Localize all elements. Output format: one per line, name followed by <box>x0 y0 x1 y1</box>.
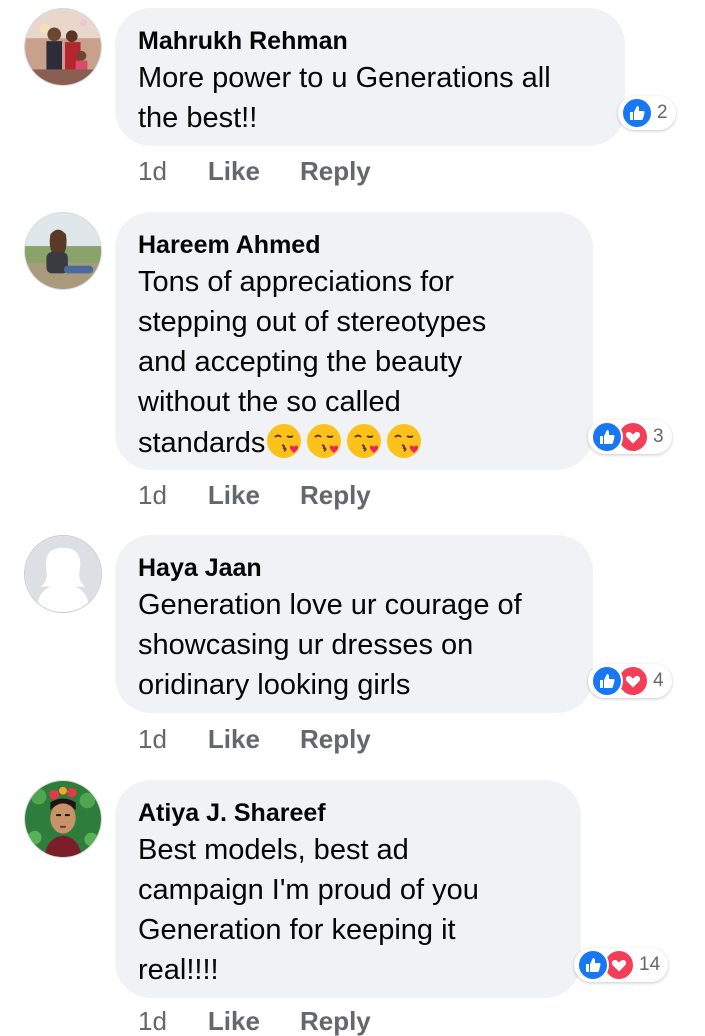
comment-actions: 1d Like Reply <box>138 480 371 510</box>
comment-text-line: the best!! <box>138 102 258 134</box>
reply-button[interactable]: Reply <box>300 724 371 754</box>
comment-author[interactable]: Atiya J. Shareef <box>138 798 557 828</box>
reaction-count: 4 <box>653 670 664 691</box>
comment-text: Tons of appreciations for stepping out o… <box>138 262 569 463</box>
comment-author[interactable]: Haya Jaan <box>138 553 569 583</box>
avatar[interactable] <box>24 8 102 86</box>
comment-timestamp[interactable]: 1d <box>138 480 167 510</box>
comment-text-line: standards <box>138 427 266 459</box>
thumbs-up-icon <box>577 949 609 981</box>
like-button[interactable]: Like <box>208 724 260 754</box>
comment-bubble: Haya Jaan Generation love ur courage of … <box>115 535 593 713</box>
comment-text-line: Generation love ur courage of <box>138 589 522 621</box>
kiss-emoji-icon <box>385 422 423 460</box>
comment-timestamp[interactable]: 1d <box>138 1006 167 1036</box>
thumbs-up-icon <box>621 97 653 129</box>
comment-text-line: stepping out of stereotypes <box>138 306 487 338</box>
comment-text-line: showcasing ur dresses on <box>138 629 474 661</box>
comment-author[interactable]: Mahrukh Rehman <box>138 26 601 56</box>
comment-bubble: Atiya J. Shareef Best models, best ad ca… <box>115 780 581 998</box>
reply-button[interactable]: Reply <box>300 480 371 510</box>
comment-text-line: oridinary looking girls <box>138 669 411 701</box>
reaction-count: 3 <box>653 426 664 447</box>
comment-actions: 1d Like Reply <box>138 1006 371 1036</box>
reply-button[interactable]: Reply <box>300 1006 371 1036</box>
thumbs-up-icon <box>591 421 623 453</box>
avatar[interactable] <box>24 535 102 613</box>
kiss-emoji-icon <box>345 422 383 460</box>
comment-text-line: Generation for keeping it <box>138 914 456 946</box>
comment-bubble: Hareem Ahmed Tons of appreciations for s… <box>115 212 593 470</box>
comment-text-line: Best models, best ad <box>138 834 409 866</box>
reply-button[interactable]: Reply <box>300 156 371 186</box>
comment-text: More power to u Generations all the best… <box>138 58 601 138</box>
comment-text-line: and accepting the beauty <box>138 346 463 378</box>
like-button[interactable]: Like <box>208 1006 260 1036</box>
comment-text-line: campaign I'm proud of you <box>138 874 479 906</box>
comment-actions: 1d Like Reply <box>138 724 371 754</box>
reaction-summary[interactable]: 4 <box>588 664 672 698</box>
comment-actions: 1d Like Reply <box>138 156 371 186</box>
avatar[interactable] <box>24 780 102 858</box>
comment-text-line: More power to u Generations all <box>138 62 551 94</box>
comment-timestamp[interactable]: 1d <box>138 156 167 186</box>
reaction-count: 2 <box>657 102 668 123</box>
like-button[interactable]: Like <box>208 156 260 186</box>
like-button[interactable]: Like <box>208 480 260 510</box>
reaction-summary[interactable]: 3 <box>588 420 672 454</box>
comment-timestamp[interactable]: 1d <box>138 724 167 754</box>
avatar[interactable] <box>24 212 102 290</box>
comment-bubble: Mahrukh Rehman More power to u Generatio… <box>115 8 625 146</box>
kiss-emoji-icon <box>265 422 303 460</box>
comment-text: Best models, best ad campaign I'm proud … <box>138 830 557 990</box>
comment-text-line: Tons of appreciations for <box>138 266 454 298</box>
reaction-summary[interactable]: 2 <box>618 96 676 130</box>
kiss-emoji-icon <box>305 422 343 460</box>
comment-text: Generation love ur courage of showcasing… <box>138 585 569 705</box>
thumbs-up-icon <box>591 665 623 697</box>
reaction-count: 14 <box>639 954 661 975</box>
reaction-summary[interactable]: 14 <box>574 948 669 982</box>
comment-text-line: without the so called <box>138 386 401 418</box>
comment-author[interactable]: Hareem Ahmed <box>138 230 569 260</box>
comment-text-line: real!!!! <box>138 954 219 986</box>
